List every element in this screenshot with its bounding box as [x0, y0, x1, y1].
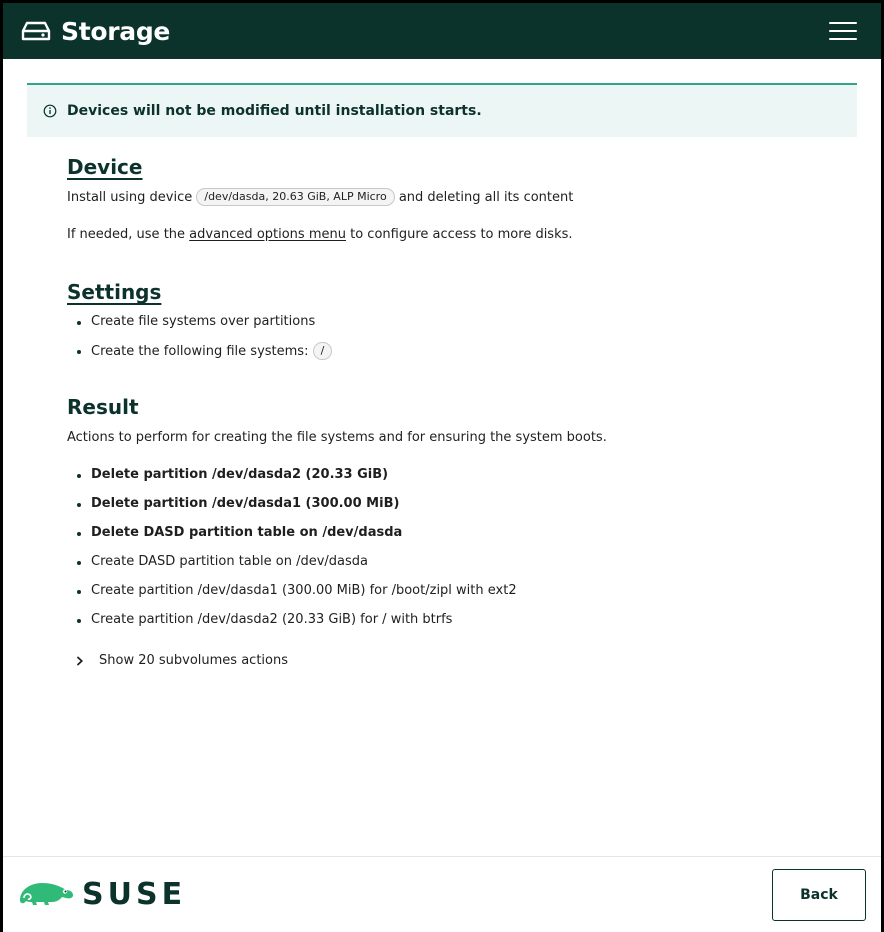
- alert-text: Devices will not be modified until insta…: [67, 103, 482, 119]
- advanced-options-prefix: If needed, use the: [67, 227, 186, 242]
- device-section: Device Install using device /dev/dasda, …: [27, 155, 857, 244]
- logo-text: SUSE: [82, 877, 187, 912]
- settings-section: Settings Create file systems over partit…: [27, 280, 857, 361]
- settings-list: Create file systems over partitions Crea…: [67, 313, 857, 361]
- device-install-line: Install using device /dev/dasda, 20.63 G…: [67, 188, 857, 207]
- header-title-group: Storage: [21, 17, 170, 46]
- info-alert: Devices will not be modified until insta…: [27, 83, 857, 137]
- chevron-right-icon: [75, 656, 85, 666]
- chameleon-icon: [18, 878, 74, 912]
- action-item: Create partition /dev/dasda1 (300.00 MiB…: [67, 582, 857, 600]
- filesystem-chip: /: [312, 342, 333, 360]
- result-description: Actions to perform for creating the file…: [67, 430, 607, 445]
- footer-bar: SUSE Back: [3, 856, 881, 932]
- settings-filesystems-label: Create the following file systems:: [91, 344, 309, 359]
- back-button[interactable]: Back: [772, 868, 866, 921]
- page-title: Storage: [61, 16, 171, 46]
- info-icon: [43, 104, 57, 118]
- advanced-options-line: If needed, use the advanced options menu…: [67, 226, 857, 244]
- suse-logo: SUSE: [18, 877, 186, 912]
- action-item: Delete partition /dev/dasda1 (300.00 MiB…: [67, 495, 857, 513]
- result-actions-list: Delete partition /dev/dasda2 (20.33 GiB)…: [67, 466, 857, 629]
- subvolumes-expander[interactable]: Show 20 subvolumes actions: [75, 653, 857, 668]
- settings-item-filesystems: Create the following file systems: /: [67, 342, 857, 361]
- action-item: Create DASD partition table on /dev/dasd…: [67, 553, 857, 571]
- hamburger-menu-icon[interactable]: [829, 20, 857, 42]
- device-heading: Device: [67, 155, 143, 179]
- subvolumes-expander-label: Show 20 subvolumes actions: [99, 653, 289, 668]
- hard-drive-icon: [21, 19, 51, 43]
- action-item: Delete partition /dev/dasda2 (20.33 GiB): [67, 466, 857, 484]
- action-item: Delete DASD partition table on /dev/dasd…: [67, 524, 857, 542]
- main-content: Devices will not be modified until insta…: [3, 59, 881, 668]
- header-bar: Storage: [3, 3, 881, 59]
- action-item: Create partition /dev/dasda2 (20.33 GiB)…: [67, 611, 857, 629]
- device-install-suffix: and deleting all its content: [398, 190, 574, 205]
- device-chip: /dev/dasda, 20.63 GiB, ALP Micro: [196, 188, 395, 206]
- result-section: Result Actions to perform for creating t…: [27, 395, 857, 668]
- advanced-options-suffix: to configure access to more disks.: [350, 227, 573, 242]
- result-heading: Result: [67, 395, 139, 419]
- app-window: Storage Devices will not be modified unt…: [3, 3, 881, 932]
- settings-item: Create file systems over partitions: [67, 313, 857, 331]
- advanced-options-link[interactable]: advanced options menu: [189, 227, 346, 242]
- device-install-prefix: Install using device: [67, 190, 193, 205]
- settings-heading: Settings: [67, 280, 162, 304]
